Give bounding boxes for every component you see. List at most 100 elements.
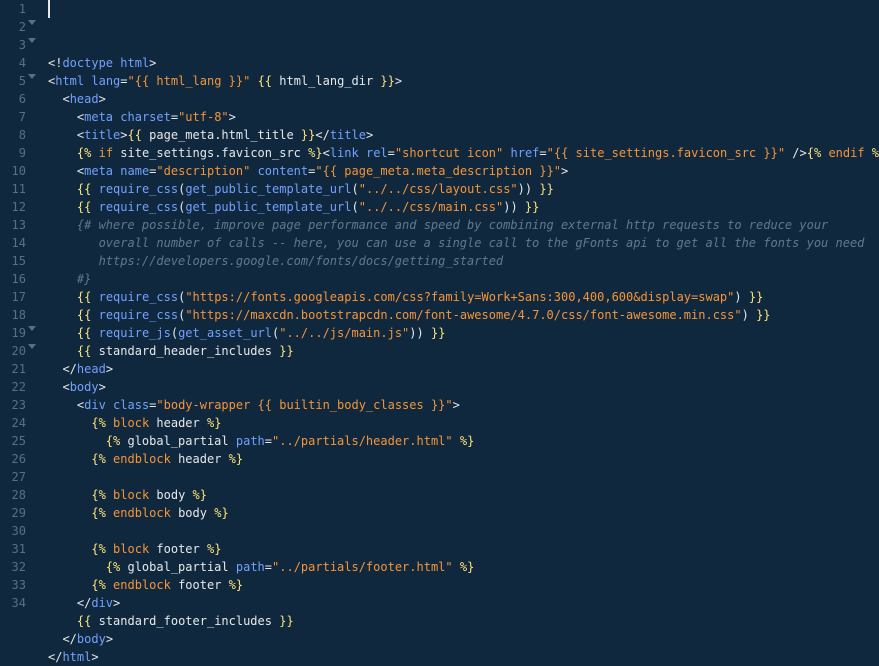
token-pun: [106, 506, 113, 520]
token-str: "shortcut icon": [395, 146, 503, 160]
code-line[interactable]: <body>: [48, 378, 879, 396]
token-str: "{{ html_lang }}": [128, 74, 251, 88]
fold-chevron-icon[interactable]: [28, 74, 36, 79]
code-line[interactable]: overall number of calls -- here, you can…: [48, 234, 879, 252]
code-line[interactable]: <head>: [48, 90, 879, 108]
token-attr: charset: [120, 110, 171, 124]
code-line[interactable]: {{ standard_footer_includes }}: [48, 612, 879, 630]
token-str: "utf-8": [178, 110, 229, 124]
line-number[interactable]: 25: [0, 432, 26, 450]
token-pun: <: [48, 128, 84, 142]
line-number[interactable]: 4: [0, 54, 26, 72]
line-number[interactable]: 21: [0, 360, 26, 378]
code-line[interactable]: {{ require_css(get_public_template_url("…: [48, 198, 879, 216]
code-line[interactable]: </head>: [48, 360, 879, 378]
line-number[interactable]: 23: [0, 396, 26, 414]
token-pun: [48, 290, 77, 304]
line-number[interactable]: 9: [0, 144, 26, 162]
line-number[interactable]: 26: [0, 450, 26, 468]
line-number[interactable]: 5: [0, 72, 26, 90]
line-number[interactable]: 33: [0, 576, 26, 594]
line-number[interactable]: 27: [0, 468, 26, 486]
line-number[interactable]: 24: [0, 414, 26, 432]
code-line[interactable]: <!doctype html>: [48, 54, 879, 72]
token-tag: div: [91, 596, 113, 610]
line-number[interactable]: 28: [0, 486, 26, 504]
code-line[interactable]: {{ require_css(get_public_template_url("…: [48, 180, 879, 198]
line-number[interactable]: 20: [0, 342, 26, 360]
line-number[interactable]: 13: [0, 216, 26, 234]
code-editor[interactable]: 1234567891011121314151617181920212223242…: [0, 0, 879, 666]
fold-chevron-icon[interactable]: [28, 344, 36, 349]
token-tag: head: [70, 92, 99, 106]
code-line[interactable]: {% endblock body %}: [48, 504, 879, 522]
code-line[interactable]: [48, 522, 879, 540]
code-line[interactable]: </div>: [48, 594, 879, 612]
code-line[interactable]: <meta name="description" content="{{ pag…: [48, 162, 879, 180]
line-number[interactable]: 10: [0, 162, 26, 180]
code-line[interactable]: {% block footer %}: [48, 540, 879, 558]
token-js: {%: [77, 146, 91, 160]
fold-chevron-icon[interactable]: [28, 20, 36, 25]
line-number[interactable]: 34: [0, 594, 26, 612]
line-number[interactable]: 32: [0, 558, 26, 576]
token-tag: get_public_template_url: [185, 182, 351, 196]
token-tag: require_js: [99, 326, 171, 340]
code-line[interactable]: {% endblock footer %}: [48, 576, 879, 594]
token-tag: get_public_template_url: [185, 200, 351, 214]
line-number[interactable]: 12: [0, 198, 26, 216]
token-pun: =: [120, 74, 127, 88]
token-tag: body: [77, 632, 106, 646]
code-line[interactable]: <div class="body-wrapper {{ builtin_body…: [48, 396, 879, 414]
code-line[interactable]: {{ standard_header_includes }}: [48, 342, 879, 360]
code-line[interactable]: {% global_partial path="../partials/head…: [48, 432, 879, 450]
code-line[interactable]: {% endblock header %}: [48, 450, 879, 468]
line-number[interactable]: 22: [0, 378, 26, 396]
line-number[interactable]: 6: [0, 90, 26, 108]
line-number[interactable]: 17: [0, 288, 26, 306]
fold-chevron-icon[interactable]: [28, 326, 36, 331]
token-js: {{: [77, 308, 91, 322]
code-area[interactable]: <!doctype html><html lang="{{ html_lang …: [36, 0, 879, 666]
line-number[interactable]: 18: [0, 306, 26, 324]
line-number[interactable]: 31: [0, 540, 26, 558]
code-line[interactable]: {{ require_js(get_asset_url("../../js/ma…: [48, 324, 879, 342]
code-line[interactable]: {% if site_settings.favicon_src %}<link …: [48, 144, 879, 162]
line-number[interactable]: 15: [0, 252, 26, 270]
fold-chevron-icon[interactable]: [28, 38, 36, 43]
line-number[interactable]: 7: [0, 108, 26, 126]
line-number[interactable]: 19: [0, 324, 26, 342]
line-number[interactable]: 30: [0, 522, 26, 540]
line-number[interactable]: 1: [0, 0, 26, 18]
code-line[interactable]: https://developers.google.com/fonts/docs…: [48, 252, 879, 270]
line-number[interactable]: 29: [0, 504, 26, 522]
token-pun: [91, 344, 98, 358]
code-line[interactable]: <title>{{ page_meta.html_title }}</title…: [48, 126, 879, 144]
code-line[interactable]: #}: [48, 270, 879, 288]
code-line[interactable]: {% block body %}: [48, 486, 879, 504]
code-line[interactable]: </html>: [48, 648, 879, 666]
code-line[interactable]: {% block header %}: [48, 414, 879, 432]
line-number-gutter[interactable]: 1234567891011121314151617181920212223242…: [0, 0, 36, 666]
code-line[interactable]: {{ require_css("https://maxcdn.bootstrap…: [48, 306, 879, 324]
line-number[interactable]: 16: [0, 270, 26, 288]
token-str: "../../css/layout.css": [359, 182, 518, 196]
token-pun: [200, 542, 207, 556]
code-line[interactable]: {% global_partial path="../partials/foot…: [48, 558, 879, 576]
code-line[interactable]: {# where possible, improve page performa…: [48, 216, 879, 234]
code-line[interactable]: [48, 468, 879, 486]
line-number[interactable]: 11: [0, 180, 26, 198]
token-pun: [48, 146, 77, 160]
code-line[interactable]: {{ require_css("https://fonts.googleapis…: [48, 288, 879, 306]
token-js: }}: [525, 200, 539, 214]
line-number[interactable]: 8: [0, 126, 26, 144]
token-pun: [48, 452, 91, 466]
code-line[interactable]: <meta charset="utf-8">: [48, 108, 879, 126]
token-pun: [106, 416, 113, 430]
token-attr: name: [120, 164, 149, 178]
line-number[interactable]: 2: [0, 18, 26, 36]
line-number[interactable]: 14: [0, 234, 26, 252]
line-number[interactable]: 3: [0, 36, 26, 54]
code-line[interactable]: </body>: [48, 630, 879, 648]
code-line[interactable]: <html lang="{{ html_lang }}" {{ html_lan…: [48, 72, 879, 90]
